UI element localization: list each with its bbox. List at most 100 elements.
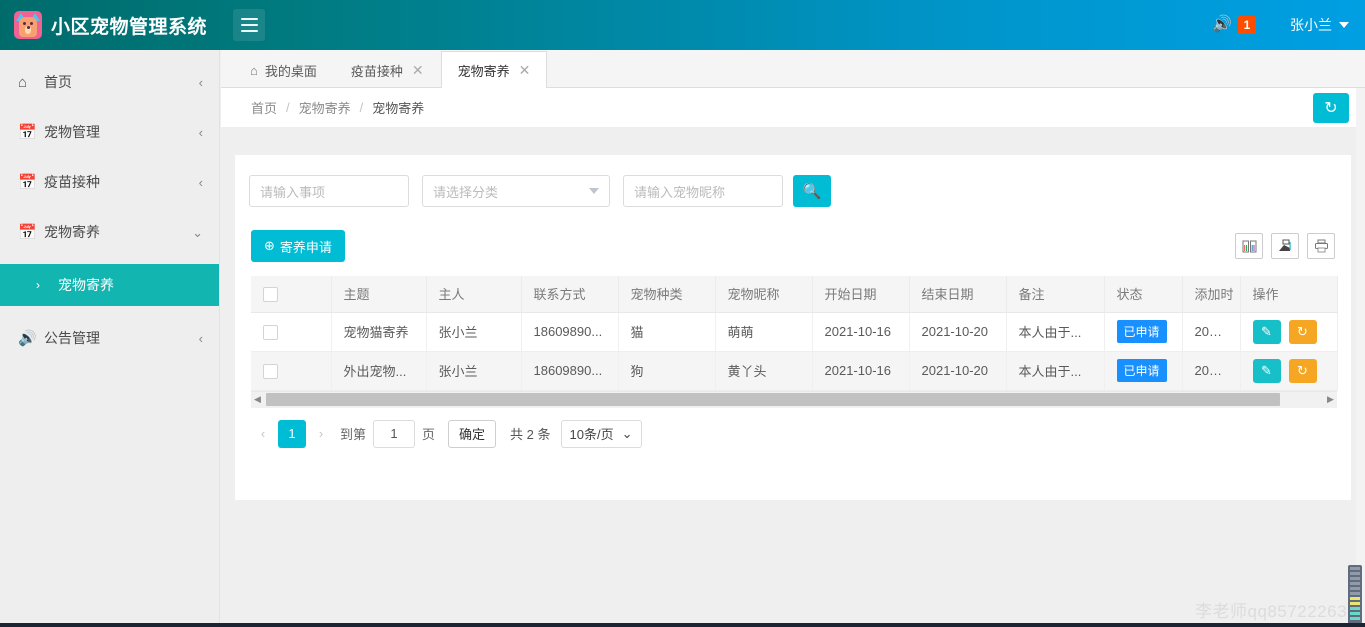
table-row[interactable]: 宠物猫寄养 张小兰 18609890... 猫 萌萌 2021-10-16 20… <box>251 312 1338 352</box>
breadcrumb-item-current: 宠物寄养 <box>372 101 425 116</box>
reset-icon[interactable]: ↻ <box>1288 358 1317 383</box>
col-owner[interactable]: 主人 <box>426 276 522 313</box>
cell-note: 本人由于... <box>1006 351 1105 391</box>
refresh-button[interactable]: ↻ <box>1313 92 1349 123</box>
next-page-button[interactable]: › <box>309 421 333 447</box>
sidebar-nav: ⌂ 首页 ‹ 📅 宠物管理 ‹ 📅 疫苗接种 ‹ 📅 宠物寄养 ⌄ › 宠物寄养… <box>0 50 220 627</box>
col-species[interactable]: 宠物种类 <box>618 276 716 313</box>
close-icon[interactable]: ✕ <box>412 63 424 77</box>
data-table: 主题 主人 联系方式 宠物种类 宠物昵称 开始日期 结束日期 备注 状态 添加时… <box>251 276 1338 391</box>
status-badge: 已申请 <box>1116 320 1167 343</box>
watermark-bars-icon <box>1348 565 1362 627</box>
page-size-select[interactable]: 10条/页 ⌄ <box>560 419 642 448</box>
sidebar-item-label: 宠物寄养 <box>44 224 100 240</box>
tab-label: 宠物寄养 <box>457 63 510 79</box>
row-checkbox[interactable] <box>263 324 278 340</box>
cell-note: 本人由于... <box>1006 312 1105 352</box>
cell-species: 狗 <box>618 351 716 391</box>
brand-area: 小区宠物管理系统 <box>0 0 225 50</box>
row-checkbox[interactable] <box>263 363 278 379</box>
item-search-input[interactable]: 请输入事项 <box>249 175 409 207</box>
action-bar: ⊕ 寄养申请 <box>235 207 1351 262</box>
breadcrumb-item-module[interactable]: 宠物寄养 <box>299 98 351 117</box>
sidebar-item-pet-management[interactable]: 📅 宠物管理 ‹ <box>0 114 219 150</box>
table-row[interactable]: 外出宠物... 张小兰 18609890... 狗 黄丫头 2021-10-16… <box>251 351 1338 391</box>
row-select-cell <box>251 351 332 391</box>
print-icon[interactable] <box>1307 233 1335 259</box>
columns-icon[interactable] <box>1235 233 1263 259</box>
chevron-right-icon: › <box>36 278 40 292</box>
cell-operations: ✎ ↻ <box>1240 312 1338 352</box>
table-horizontal-scrollbar[interactable]: ◀ ▶ <box>251 390 1337 408</box>
category-select[interactable]: 请选择分类 <box>422 175 610 207</box>
col-note[interactable]: 备注 <box>1006 276 1105 313</box>
col-status[interactable]: 状态 <box>1104 276 1183 313</box>
refresh-icon: ↻ <box>1324 99 1338 117</box>
chevron-down-icon <box>589 188 599 194</box>
close-icon[interactable]: ✕ <box>519 63 531 77</box>
content-panel: 请输入事项 请选择分类 请输入宠物昵称 🔍 ⊕ 寄养申请 主题 主人 联系方式 … <box>235 155 1351 500</box>
chevron-down-icon: ⌄ <box>192 224 203 240</box>
home-icon: ⌂ <box>250 62 258 78</box>
confirm-button[interactable]: 确定 <box>448 419 497 448</box>
page-size-label: 10条/页 <box>569 427 614 442</box>
cell-owner: 张小兰 <box>426 351 522 391</box>
reset-icon[interactable]: ↻ <box>1288 319 1317 344</box>
search-button[interactable]: 🔍 <box>793 175 831 207</box>
nickname-search-input[interactable]: 请输入宠物昵称 <box>623 175 783 207</box>
caret-down-icon <box>1339 22 1349 28</box>
user-menu[interactable]: 张小兰 <box>1290 15 1349 35</box>
sidebar-item-label: 疫苗接种 <box>44 174 100 190</box>
notification-area[interactable]: 🔊 1 <box>1212 16 1256 34</box>
col-added-time[interactable]: 添加时 <box>1182 276 1241 313</box>
edit-icon[interactable]: ✎ <box>1252 358 1281 383</box>
scrollbar-track[interactable] <box>264 393 1324 406</box>
plus-circle-icon: ⊕ <box>264 238 275 253</box>
breadcrumb-item-home[interactable]: 首页 <box>251 98 277 117</box>
scroll-left-arrow-icon[interactable]: ◀ <box>251 394 264 405</box>
cell-status: 已申请 <box>1104 351 1183 391</box>
add-button-label: 寄养申请 <box>279 239 332 255</box>
cell-owner: 张小兰 <box>426 312 522 352</box>
home-icon: ⌂ <box>18 73 28 91</box>
add-boarding-application-button[interactable]: ⊕ 寄养申请 <box>251 230 345 262</box>
col-start-date[interactable]: 开始日期 <box>812 276 910 313</box>
sound-notification-icon[interactable]: 🔊 <box>1212 17 1232 33</box>
sidebar-item-pet-boarding[interactable]: 📅 宠物寄养 ⌄ <box>0 214 219 250</box>
col-phone[interactable]: 联系方式 <box>521 276 619 313</box>
cell-status: 已申请 <box>1104 312 1183 352</box>
hamburger-icon[interactable] <box>233 9 265 41</box>
scrollbar-thumb[interactable] <box>266 393 1280 406</box>
sidebar-item-announcements[interactable]: 🔊 公告管理 ‹ <box>0 320 219 356</box>
tab-my-desktop[interactable]: ⌂ 我的桌面 <box>233 51 334 88</box>
chevron-left-icon: ‹ <box>198 174 203 190</box>
speaker-icon: 🔊 <box>18 330 37 347</box>
sidebar-item-label: 公告管理 <box>44 330 100 346</box>
cell-phone: 18609890... <box>521 312 619 352</box>
sidebar-subitem-pet-boarding[interactable]: › 宠物寄养 <box>0 264 219 306</box>
sidebar-item-home[interactable]: ⌂ 首页 ‹ <box>0 64 219 100</box>
sidebar-item-label: 首页 <box>44 74 72 90</box>
export-icon[interactable] <box>1271 233 1299 259</box>
goto-page-input[interactable]: 1 <box>373 419 416 448</box>
page-number-1[interactable]: 1 <box>278 419 306 448</box>
filter-bar: 请输入事项 请选择分类 请输入宠物昵称 🔍 <box>235 155 1351 207</box>
chevron-left-icon: ‹ <box>198 74 203 90</box>
col-subject[interactable]: 主题 <box>331 276 427 313</box>
tab-bar: ⌂ 我的桌面 疫苗接种 ✕ 宠物寄养 ✕ <box>221 50 1365 88</box>
page-vertical-scrollbar[interactable] <box>1356 88 1365 627</box>
tab-vaccination[interactable]: 疫苗接种 ✕ <box>334 51 441 88</box>
cell-added-time: 2021- <box>1182 312 1241 352</box>
scroll-right-arrow-icon[interactable]: ▶ <box>1324 394 1337 405</box>
sidebar-item-vaccination[interactable]: 📅 疫苗接种 ‹ <box>0 164 219 200</box>
top-header-bar: 小区宠物管理系统 🔊 1 张小兰 <box>0 0 1365 50</box>
prev-page-button[interactable]: ‹ <box>251 421 275 447</box>
col-end-date[interactable]: 结束日期 <box>909 276 1007 313</box>
tab-pet-boarding[interactable]: 宠物寄养 ✕ <box>440 51 548 88</box>
pagination: ‹ 1 › 到第 1 页 确定 共 2 条 10条/页 ⌄ <box>235 408 1351 448</box>
select-all-checkbox[interactable] <box>263 286 278 302</box>
cell-added-time: 2021- <box>1182 351 1241 391</box>
edit-icon[interactable]: ✎ <box>1252 319 1281 344</box>
total-count-label: 共 2 条 <box>510 427 551 442</box>
col-nickname[interactable]: 宠物昵称 <box>715 276 813 313</box>
